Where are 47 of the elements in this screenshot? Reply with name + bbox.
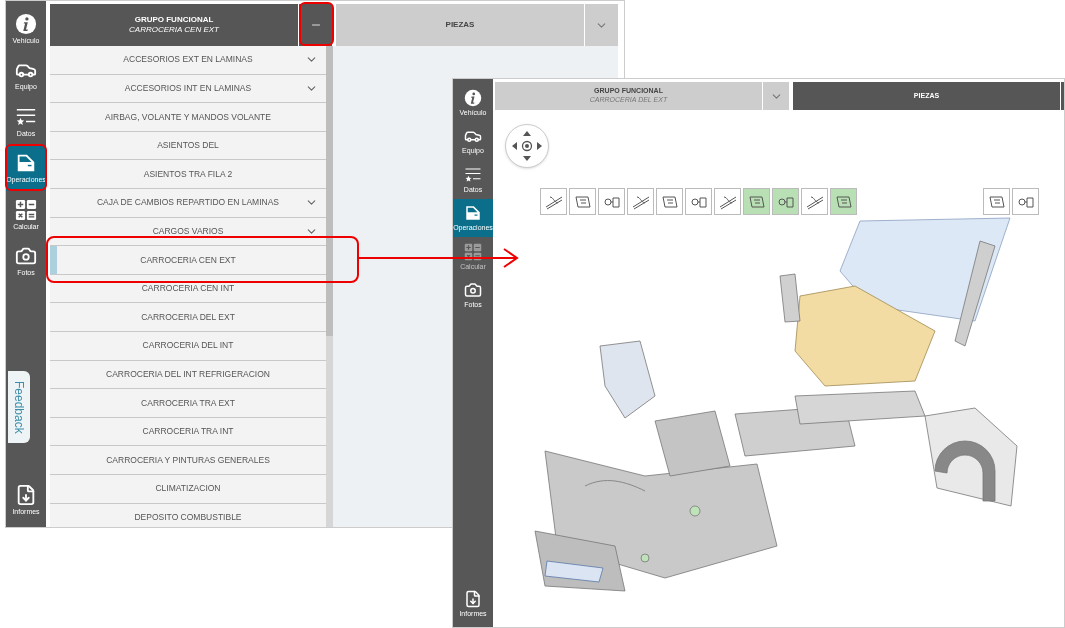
part-thumbnail[interactable] [540, 188, 567, 215]
move-arrows-icon [510, 129, 544, 163]
part-thumbnail[interactable] [1012, 188, 1039, 215]
group-list-item[interactable]: DEPOSITO COMBUSTIBLE [50, 503, 326, 527]
header-tab[interactable]: PIEZAS [336, 4, 584, 46]
group-list-item[interactable]: CARROCERIA Y PINTURAS GENERALES [50, 446, 326, 475]
toggle-button[interactable] [299, 4, 332, 46]
group-list-item[interactable]: CARROCERIA TRA EXT [50, 389, 326, 418]
group-list-item[interactable]: CLIMATIZACION [50, 474, 326, 504]
file-download-icon [464, 590, 482, 609]
part-thumbnail[interactable] [685, 188, 712, 215]
part-thumbnail[interactable] [627, 188, 654, 215]
group-list-item[interactable]: AIRBAG, VOLANTE Y MANDOS VOLANTE [50, 103, 326, 132]
group-list-item[interactable]: ACCESORIOS EXT EN LAMINAS [50, 46, 326, 75]
part-thumbnail[interactable] [656, 188, 683, 215]
calculator-icon [464, 242, 482, 261]
group-list-item[interactable]: CAJA DE CAMBIOS REPARTIDO EN LAMINAS [50, 188, 326, 218]
group-list-item[interactable]: CARROCERIA DEL INT REFRIGERACION [50, 360, 326, 390]
group-list-item[interactable]: ASIENTOS DEL [50, 131, 326, 161]
navigation-pad[interactable] [505, 124, 549, 168]
part-thumbnail[interactable] [569, 188, 596, 215]
calculator-icon [15, 198, 37, 221]
part-thumbnail[interactable] [772, 188, 799, 215]
part-thumbnail[interactable] [830, 188, 857, 215]
group-list-item[interactable]: ASIENTOS TRA FILA 2 [50, 160, 326, 189]
info-icon [15, 12, 37, 35]
part-thumbnail[interactable] [743, 188, 770, 215]
highlight-frame [299, 2, 334, 46]
group-list-item[interactable]: CARROCERIA DEL INT [50, 331, 326, 361]
group-list-item[interactable]: CARROCERIA DEL EXT [50, 303, 326, 332]
info-icon [464, 88, 482, 107]
file-download-icon [15, 484, 37, 507]
part-thumbnail[interactable] [714, 188, 741, 215]
highlight-frame [5, 144, 47, 191]
toggle-button[interactable] [763, 82, 789, 110]
list-star-icon [464, 165, 482, 184]
group-list-item[interactable]: ACCESORIOS INT EN LAMINAS [50, 74, 326, 104]
selection-bar [50, 246, 57, 274]
camera-icon [464, 281, 482, 300]
part-thumbnail[interactable] [801, 188, 828, 215]
group-list-item[interactable]: CARROCERIA TRA INT [50, 417, 326, 447]
car-door-icon [464, 204, 482, 223]
header-tab[interactable]: GRUPO FUNCIONAL CARROCERIA CEN EXT [50, 4, 298, 46]
toggle-button[interactable] [585, 4, 618, 46]
group-list-item[interactable]: CARROCERIA CEN EXT [50, 246, 326, 275]
part-thumbnail[interactable] [598, 188, 625, 215]
part-thumbnail[interactable] [983, 188, 1010, 215]
